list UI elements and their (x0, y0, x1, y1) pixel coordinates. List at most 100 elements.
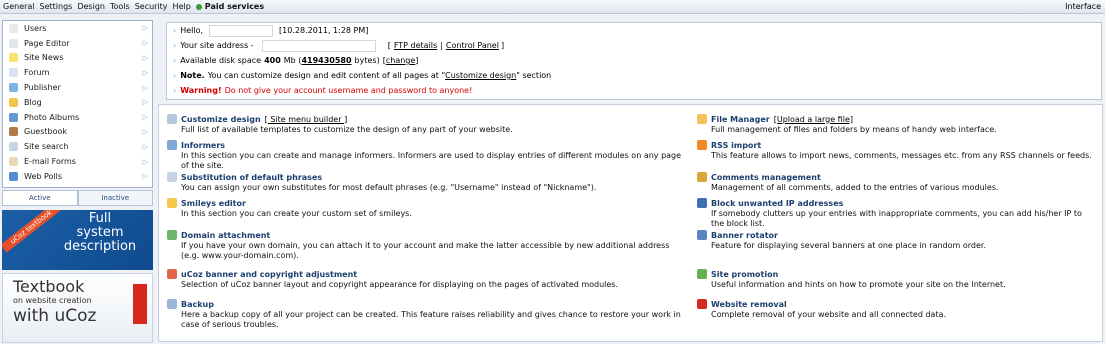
login-date: [10.28.2011, 1:28 PM] (279, 26, 369, 35)
sidebar-item[interactable]: Publisher ▷ (3, 80, 152, 95)
sidebar-item[interactable]: Site search ▷ (3, 139, 152, 154)
menu-settings[interactable]: Settings (40, 2, 73, 11)
tool-entry: uCoz banner and copyright adjustment Sel… (167, 268, 687, 290)
sidebar-item[interactable]: Web Polls ▷ (3, 169, 152, 184)
hello-label: Hello, (180, 26, 204, 35)
tool-title-link[interactable]: Customize design (181, 115, 261, 124)
tool-description: Full list of available templates to cust… (181, 125, 513, 134)
banner-full-system-description[interactable]: uCoz textbook Full system description (2, 210, 153, 270)
chevron-right-icon: ▷ (142, 127, 148, 136)
chevron-right-icon: ▷ (142, 24, 148, 33)
chevron-right-icon: ▷ (142, 142, 148, 151)
sidebar-item[interactable]: Users ▷ (3, 21, 152, 36)
tool-title-link[interactable]: Site promotion (711, 270, 778, 279)
sidebar-modules-panel: Users ▷ Page Editor ▷ Site News ▷ Forum … (2, 20, 153, 188)
sidebar-item[interactable]: Forum ▷ (3, 65, 152, 80)
control-panel-link[interactable]: Control Panel (446, 41, 499, 50)
tool-entry: Informers In this section you can create… (167, 139, 687, 171)
sidebar-item-label: Forum (24, 68, 50, 78)
bullet-icon: › (173, 86, 177, 95)
page-icon (9, 38, 18, 48)
menu-help[interactable]: Help (173, 2, 191, 11)
tool-title-link[interactable]: RSS import (711, 141, 761, 150)
sidebar-item[interactable]: Guestbook ▷ (3, 125, 152, 140)
sidebar-item[interactable]: Page Editor ▷ (3, 36, 152, 51)
comments-icon (697, 172, 707, 182)
chevron-right-icon: ▷ (142, 39, 148, 48)
tool-description: Useful information and hints on how to p… (711, 280, 1006, 289)
disk-mb: 400 (264, 56, 281, 65)
smiley-icon (167, 198, 177, 208)
warning-text: Do not give your account username and pa… (224, 86, 473, 95)
tool-title-link[interactable]: Block unwanted IP addresses (711, 199, 843, 208)
note-label: Note. (180, 71, 205, 80)
customize-design-link[interactable]: Customize design (445, 71, 516, 80)
sidebar-item[interactable]: E-mail Forms ▷ (3, 154, 152, 169)
banner-textbook-ucoz: with uCoz (13, 306, 97, 326)
tool-title-link[interactable]: Domain attachment (181, 231, 270, 240)
banner-textbook-title: Textbook (13, 277, 85, 296)
disk-label: Available disk space (180, 56, 262, 65)
change-disk-link[interactable]: change (386, 56, 415, 65)
tool-entry: Block unwanted IP addresses If somebody … (697, 197, 1092, 229)
bullet-icon: › (173, 56, 177, 65)
tab-active[interactable]: Active (2, 190, 78, 206)
sidebar-item[interactable]: Photo Albums ▷ (3, 110, 152, 125)
menu-paid-services[interactable]: Paid services (195, 2, 265, 11)
menu-design[interactable]: Design (77, 2, 105, 11)
interface-menu[interactable]: Interface (1065, 2, 1101, 11)
informers-icon (167, 140, 177, 150)
address-label: Your site address - (180, 41, 254, 50)
change-close: ] (415, 56, 419, 65)
block-icon (697, 198, 707, 208)
paid-services-label: Paid services (204, 2, 265, 11)
note-row: › Note. You can customize design and edi… (167, 68, 1101, 83)
tab-inactive[interactable]: Inactive (77, 190, 153, 206)
disk-row: › Available disk space 400 Mb ( 41943058… (167, 53, 1101, 68)
tool-title-link[interactable]: Backup (181, 300, 214, 309)
tool-description: Management of all comments, added to the… (711, 183, 999, 192)
tool-title-link[interactable]: Banner rotator (711, 231, 778, 240)
tool-description: If you have your own domain, you can att… (181, 241, 670, 260)
sidebar-item-label: Web Polls (24, 171, 63, 181)
forum-icon (9, 68, 18, 78)
ftp-details-link[interactable]: FTP details (394, 41, 437, 50)
tool-title-link[interactable]: File Manager (711, 115, 770, 124)
menu-general[interactable]: General (3, 2, 35, 11)
bullet-icon: › (173, 71, 177, 80)
account-info-box: › Hello, [10.28.2011, 1:28 PM] › Your si… (166, 22, 1102, 100)
banner-textbook[interactable]: Textbook on website creation with uCoz (2, 273, 153, 343)
sidebar-item-label: Users (24, 23, 47, 33)
menu-tools[interactable]: Tools (110, 2, 130, 11)
tool-title-link[interactable]: Smileys editor (181, 199, 246, 208)
hello-row: › Hello, [10.28.2011, 1:28 PM] (167, 23, 1101, 38)
sidebar-tabs: Active Inactive (2, 190, 153, 206)
site-address-field (261, 39, 376, 52)
sidebar-item[interactable]: Site News ▷ (3, 51, 152, 66)
sidebar-item-label: Site News (24, 53, 64, 63)
promotion-icon (697, 269, 707, 279)
tool-extra-link[interactable]: [Upload a large file] (774, 115, 853, 124)
tool-entry: Banner rotator Feature for displaying se… (697, 229, 1092, 251)
paid-services-icon (195, 3, 202, 10)
tool-entry: Comments management Management of all co… (697, 171, 1092, 193)
disk-bytes-unit: bytes) (354, 56, 380, 65)
tool-title-link[interactable]: uCoz banner and copyright adjustment (181, 270, 357, 279)
menu-security[interactable]: Security (135, 2, 168, 11)
tool-title-link[interactable]: Substitution of default phrases (181, 173, 322, 182)
tool-description: In this section you can create your cust… (181, 209, 412, 218)
user-icon (9, 23, 18, 33)
note-text: You can customize design and edit conten… (207, 71, 446, 80)
chevron-right-icon: ▷ (142, 172, 148, 181)
tool-extra-link[interactable]: [ Site menu builder ] (265, 115, 348, 124)
sidebar-item[interactable]: Blog ▷ (3, 95, 152, 110)
tool-title-link[interactable]: Informers (181, 141, 225, 150)
tool-title-link[interactable]: Comments management (711, 173, 821, 182)
tool-title-link[interactable]: Website removal (711, 300, 787, 309)
rss-icon (697, 140, 707, 150)
tool-description: If somebody clutters up your entries wit… (711, 209, 1082, 228)
disk-mb-unit: Mb ( (283, 56, 302, 65)
sidebar: Users ▷ Page Editor ▷ Site News ▷ Forum … (2, 20, 155, 343)
sidebar-item-label: E-mail Forms (24, 157, 76, 167)
sidebar-item-label: Page Editor (24, 38, 70, 48)
